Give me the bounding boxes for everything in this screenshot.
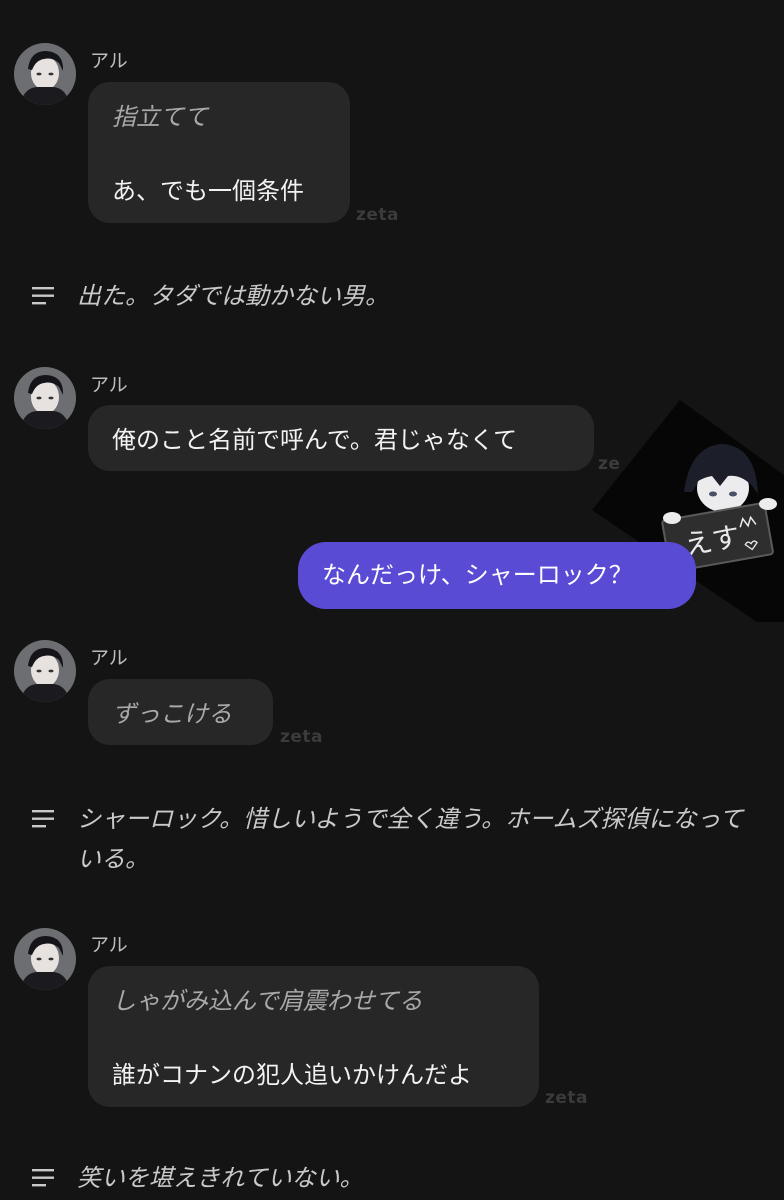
narration-text: 出た。タダでは動かない男。	[77, 282, 389, 310]
avatar[interactable]	[14, 43, 76, 105]
sender-name: アル	[90, 647, 128, 669]
narration-lines-icon	[32, 810, 54, 828]
narration-text: シャーロック。惜しいようで全く違う。ホームズ探偵になっている。	[77, 805, 744, 873]
message-bubble[interactable]: 指立てて あ、でも一個条件	[88, 82, 350, 223]
sender-name: アル	[90, 374, 128, 396]
narration-lines-icon	[32, 287, 54, 305]
sender-name: アル	[90, 50, 128, 72]
zeta-watermark: zeta	[356, 205, 400, 225]
sender-name: アル	[90, 934, 128, 956]
zeta-watermark: zeta	[545, 1088, 589, 1108]
message-bubble[interactable]: 俺のこと名前で呼んで。君じゃなくて	[88, 405, 594, 471]
message-bubble[interactable]: しゃがみ込んで肩震わせてる 誰がコナンの犯人追いかけんだよ	[88, 966, 539, 1107]
user-message-bubble[interactable]: なんだっけ、シャーロック？	[298, 542, 696, 609]
message-text: 誰がコナンの犯人追いかけんだよ	[112, 1061, 472, 1089]
avatar[interactable]	[14, 640, 76, 702]
narration: シャーロック。惜しいようで全く違う。ホームズ探偵になっている。	[32, 799, 772, 879]
narration: 出た。タダでは動かない男。	[32, 276, 772, 316]
narration-lines-icon	[32, 1169, 54, 1187]
user-message-text: なんだっけ、シャーロック？	[322, 561, 633, 589]
narration: 笑いを堪えきれていない。	[32, 1158, 772, 1198]
action-text: 指立てて	[112, 103, 208, 131]
message-text: あ、でも一個条件	[112, 177, 304, 205]
message-text: 俺のこと名前で呼んで。君じゃなくて	[112, 426, 518, 454]
zeta-watermark: zeta	[280, 727, 324, 747]
message-bubble[interactable]: ずっこける	[88, 679, 273, 745]
narration-text: 笑いを堪えきれていない。	[77, 1164, 364, 1192]
action-text: ずっこける	[112, 700, 232, 728]
avatar[interactable]	[14, 367, 76, 429]
avatar[interactable]	[14, 928, 76, 990]
action-text: しゃがみ込んで肩震わせてる	[112, 987, 423, 1015]
